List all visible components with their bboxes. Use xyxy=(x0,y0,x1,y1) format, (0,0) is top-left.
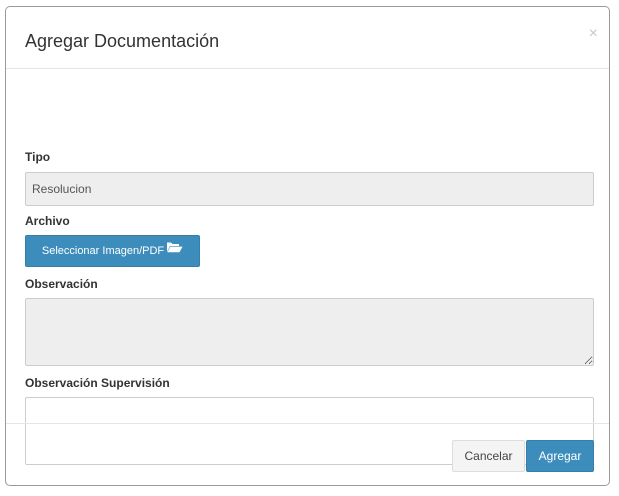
folder-open-icon xyxy=(166,235,183,265)
observacion-label: Observación xyxy=(25,277,98,291)
select-file-button[interactable]: Seleccionar Imagen/PDF xyxy=(25,235,200,267)
cancel-button[interactable]: Cancelar xyxy=(452,440,525,472)
modal-footer: Cancelar Agregar xyxy=(6,423,609,487)
observacion-textarea[interactable] xyxy=(25,298,594,366)
add-button[interactable]: Agregar xyxy=(526,440,594,472)
add-documentation-modal: Agregar Documentación × Tipo Resolucion … xyxy=(5,6,610,486)
modal-title: Agregar Documentación xyxy=(25,31,220,51)
observacion-supervision-label: Observación Supervisión xyxy=(25,376,170,390)
modal-header: Agregar Documentación × xyxy=(6,7,609,69)
tipo-label: Tipo xyxy=(25,150,51,164)
archivo-label: Archivo xyxy=(25,214,70,228)
tipo-field[interactable]: Resolucion xyxy=(25,172,594,206)
close-icon[interactable]: × xyxy=(589,26,598,42)
select-file-button-label: Seleccionar Imagen/PDF xyxy=(41,245,165,257)
